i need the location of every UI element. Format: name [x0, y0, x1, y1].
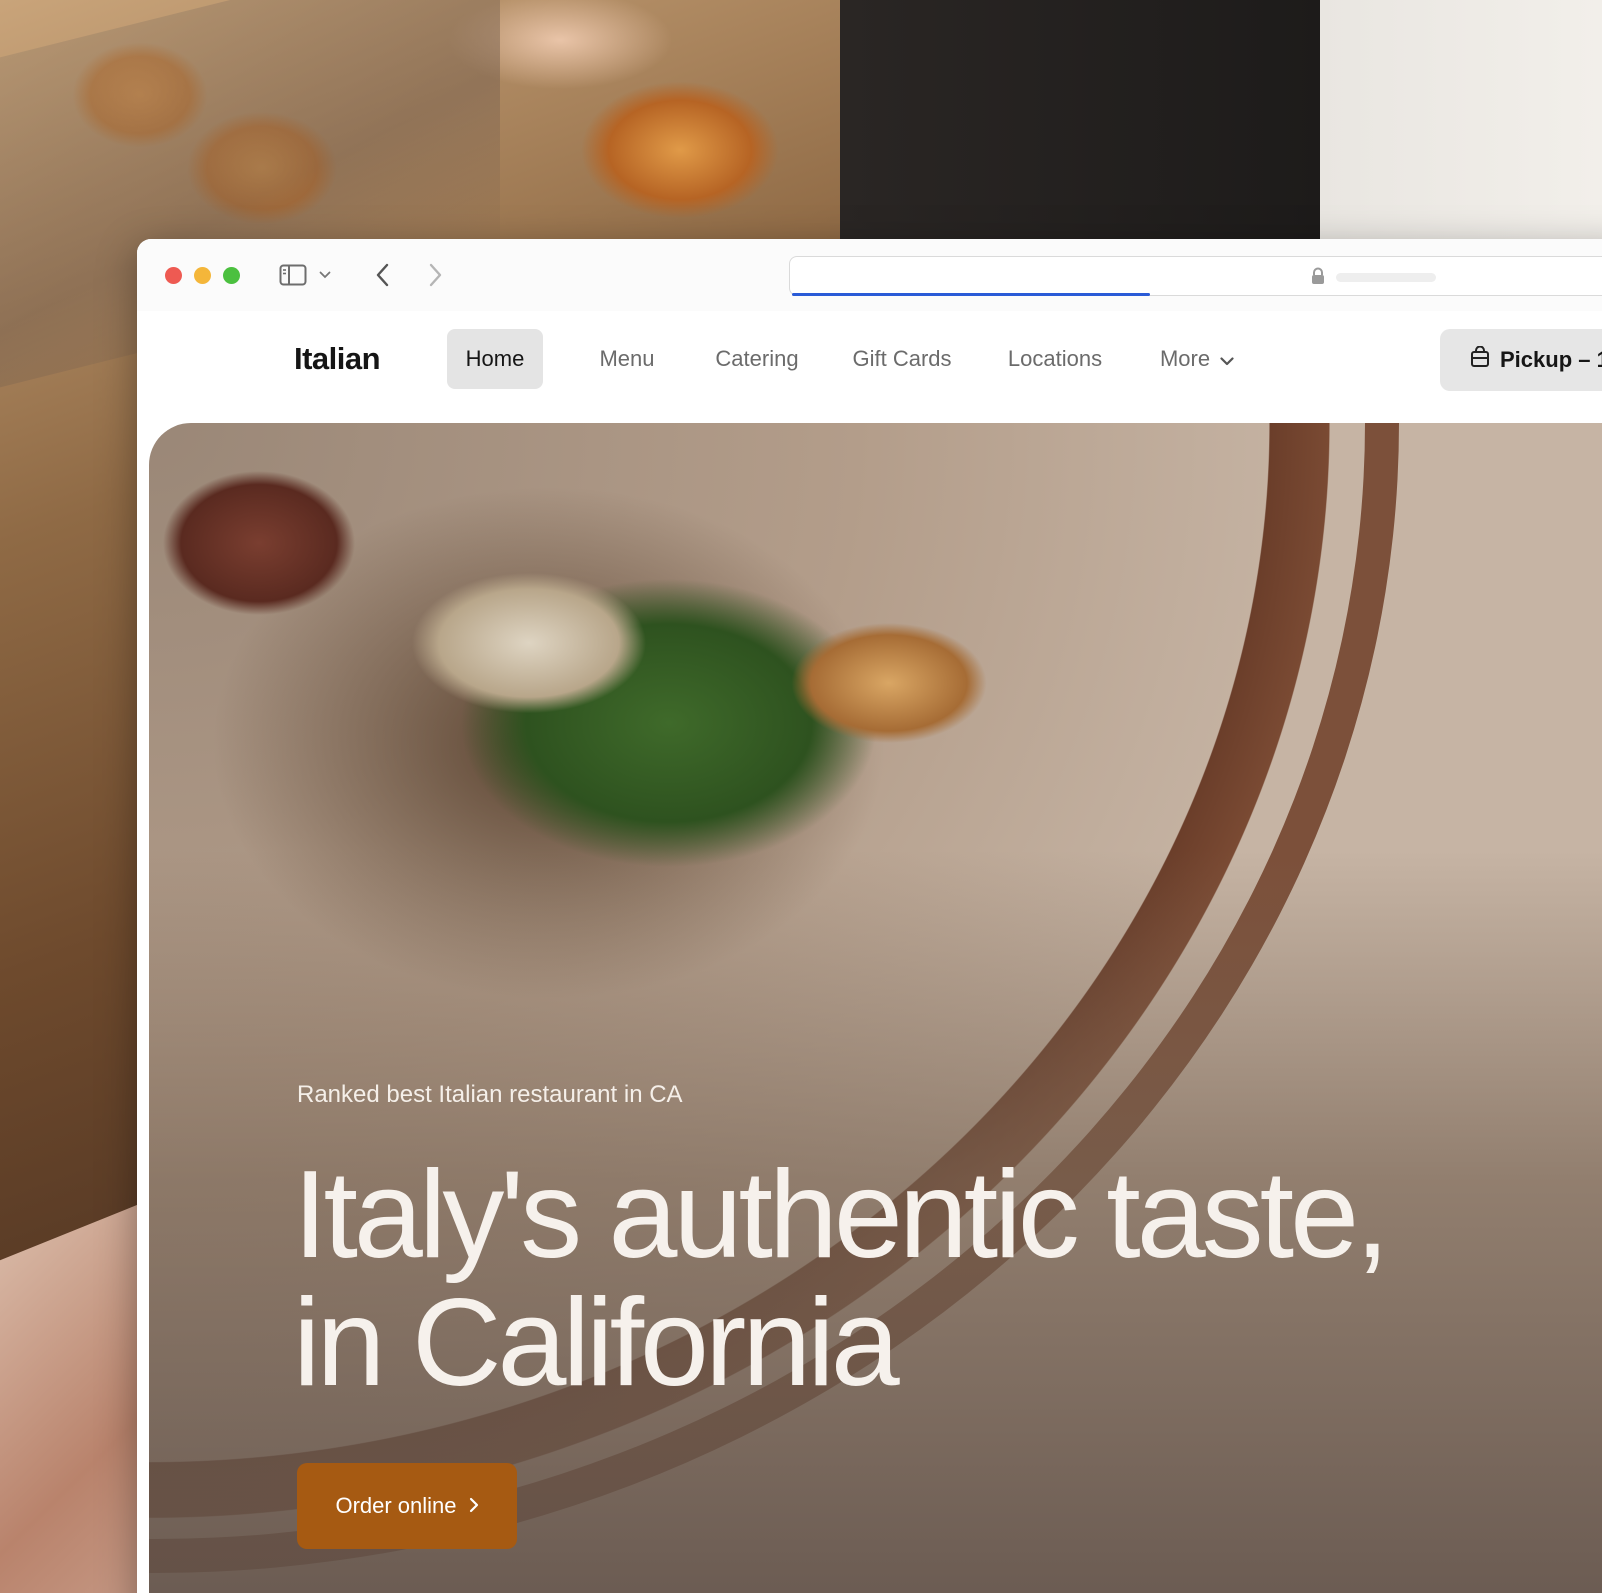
nav-item-catering[interactable]: Catering	[697, 329, 817, 389]
close-window-button[interactable]	[165, 267, 182, 284]
nav-item-label: Gift Cards	[852, 346, 952, 371]
lock-icon	[1310, 267, 1326, 285]
pickup-button[interactable]: Pickup – 1	[1440, 329, 1602, 391]
hero-overlay	[149, 423, 1602, 1593]
nav-item-menu[interactable]: Menu	[587, 329, 667, 389]
nav-item-more[interactable]: More	[1145, 329, 1249, 389]
page-load-progress	[792, 293, 1150, 296]
bag-icon	[1470, 345, 1490, 374]
hero-kicker: Ranked best Italian restaurant in CA	[297, 1081, 683, 1108]
back-arrow-icon[interactable]	[369, 261, 397, 289]
nav-item-label: Menu	[599, 346, 655, 371]
pickup-label: Pickup – 1	[1500, 347, 1602, 372]
chevron-right-icon	[469, 1493, 479, 1519]
order-online-button[interactable]: Order online	[297, 1463, 517, 1549]
order-online-label: Order online	[335, 1493, 457, 1518]
address-bar[interactable]	[789, 256, 1602, 296]
maximize-window-button[interactable]	[223, 267, 240, 284]
nav-item-label: Home	[465, 346, 525, 371]
browser-window: Italian Home Menu Catering Gift Cards Lo…	[137, 239, 1602, 1593]
sidebar-icon[interactable]	[277, 261, 309, 289]
nav-item-label: More	[1159, 346, 1211, 371]
hero-section: Ranked best Italian restaurant in CA Ita…	[149, 423, 1602, 1593]
chevron-down-icon[interactable]	[317, 261, 333, 289]
nav-item-label: Catering	[715, 346, 799, 371]
nav-item-gift-cards[interactable]: Gift Cards	[843, 329, 961, 389]
site-nav: Italian Home Menu Catering Gift Cards Lo…	[137, 311, 1602, 423]
forward-arrow-icon[interactable]	[421, 261, 449, 289]
nav-item-home[interactable]: Home	[447, 329, 543, 389]
minimize-window-button[interactable]	[194, 267, 211, 284]
browser-titlebar	[137, 239, 1602, 311]
hero-title: Italy's authentic taste, in California	[293, 1146, 1390, 1412]
brand-logo[interactable]: Italian	[294, 341, 381, 377]
nav-item-locations[interactable]: Locations	[999, 329, 1111, 389]
url-text	[1336, 273, 1436, 282]
nav-item-label: Locations	[1007, 346, 1103, 371]
chevron-down-icon	[1220, 346, 1234, 372]
